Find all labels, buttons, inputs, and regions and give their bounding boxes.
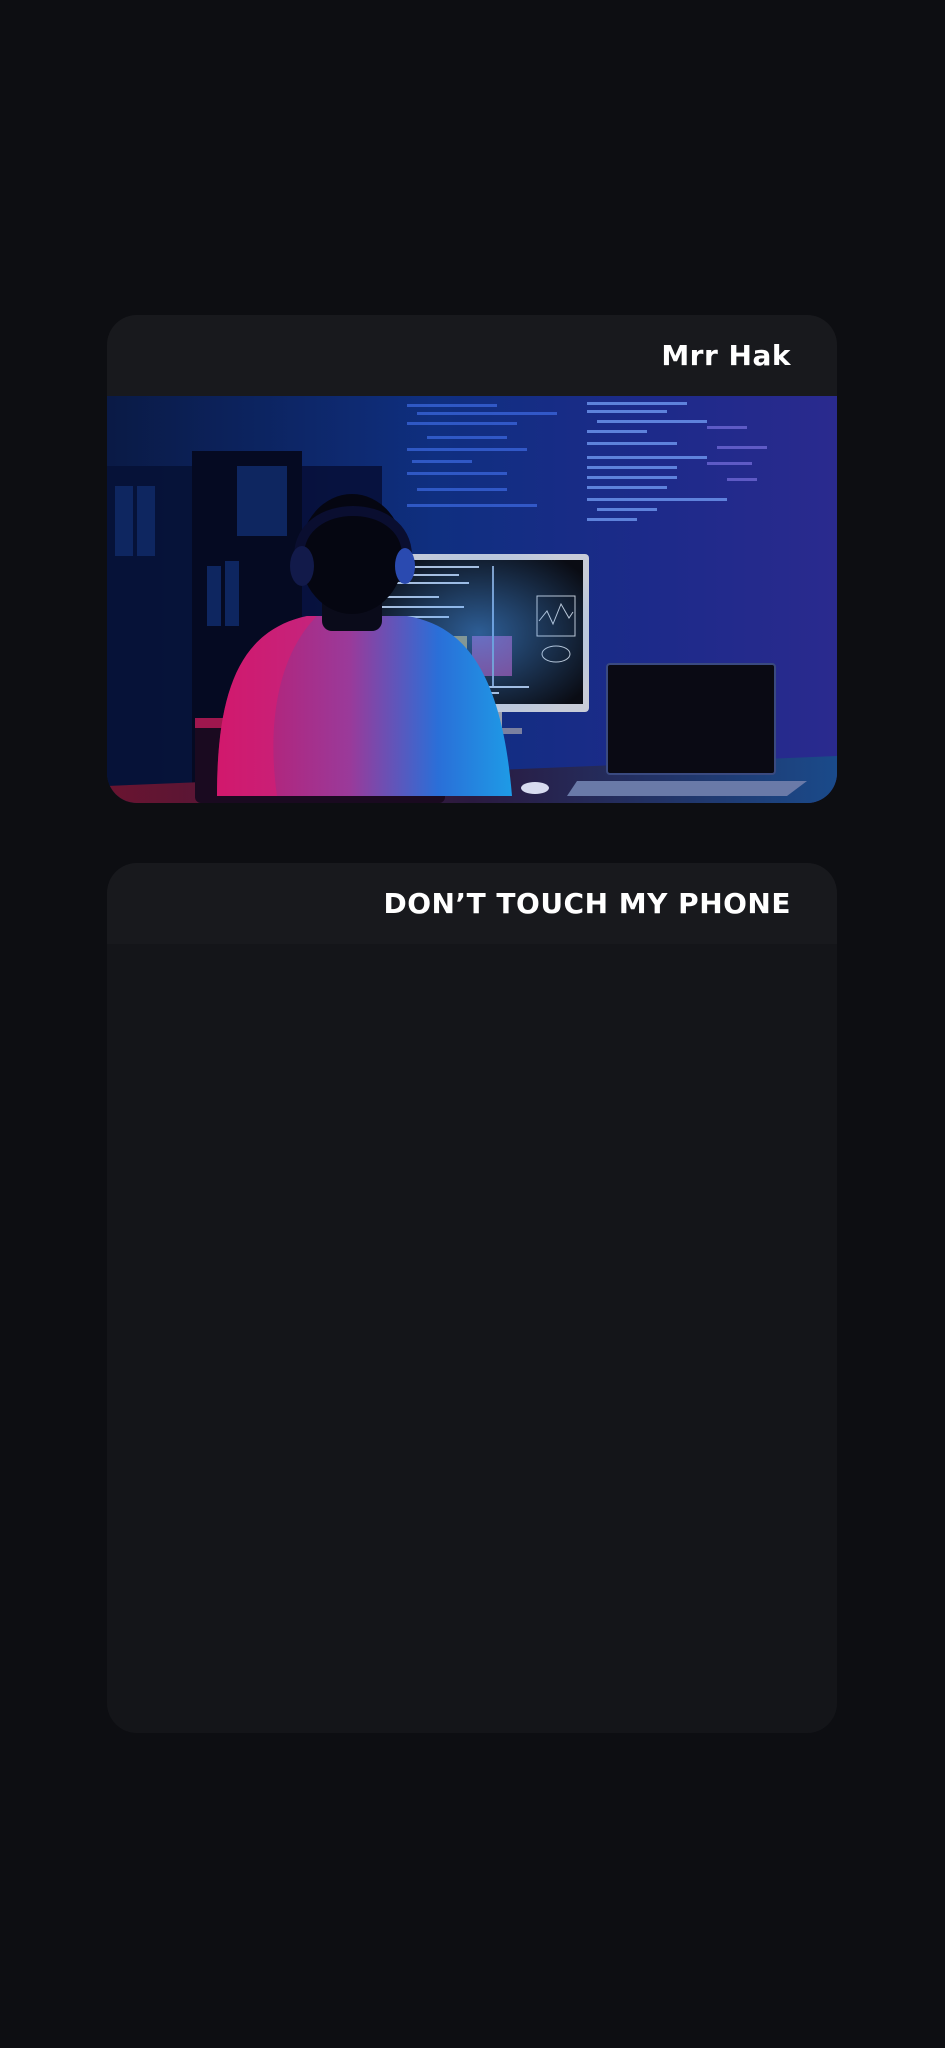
profile-card[interactable]: Mrr Hak: [107, 315, 837, 803]
card-header: Mrr Hak: [107, 315, 837, 396]
card-title: Mrr Hak: [661, 339, 791, 372]
card-body: [107, 944, 837, 1733]
hacker-at-computer-photo: [107, 396, 837, 803]
card-header: DON’T TOUCH MY PHONE: [107, 863, 837, 944]
screen: Mrr Hak DON’T TOUCH MY PHONE: [0, 0, 945, 2048]
card-title: DON’T TOUCH MY PHONE: [383, 887, 791, 920]
message-card[interactable]: DON’T TOUCH MY PHONE: [107, 863, 837, 1733]
